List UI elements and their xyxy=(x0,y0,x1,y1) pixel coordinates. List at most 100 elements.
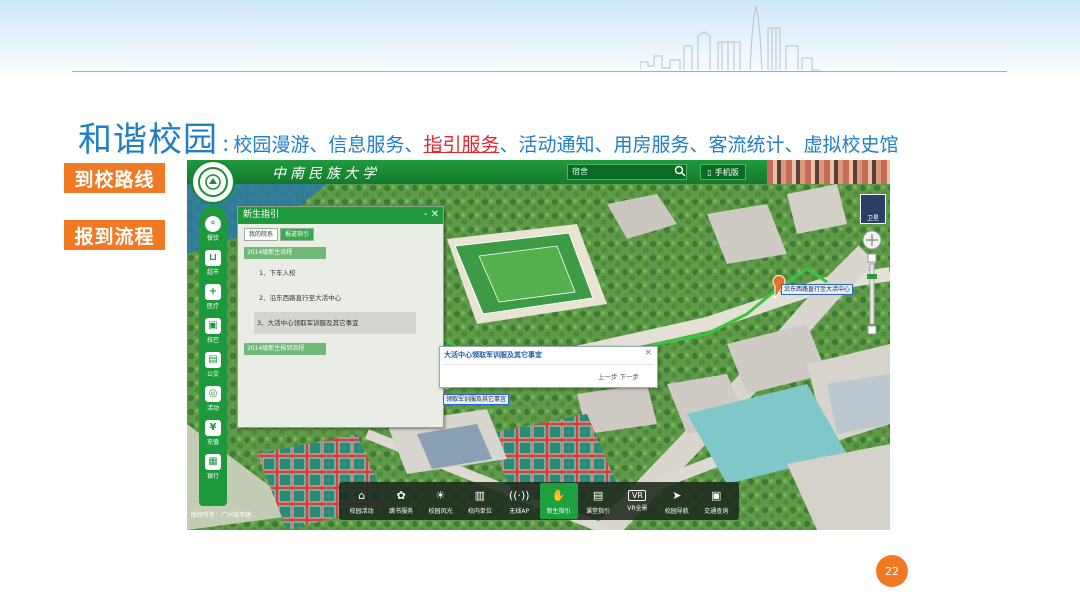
nav-activities[interactable]: ◎ 活动 xyxy=(200,382,226,416)
slide: 和谐校园 : 校园漫游、信息服务、指引服务、活动通知、用房服务、客流统计、虚拟校… xyxy=(0,0,1080,608)
toolbar-label: 无线AP xyxy=(509,507,530,515)
toolbar-traffic-query[interactable]: ▣ 交通查询 xyxy=(697,483,735,519)
nav-public-bus[interactable]: ▤ 公交 xyxy=(200,348,226,382)
zoom-control[interactable] xyxy=(862,230,882,350)
phone-icon: ▯ xyxy=(707,167,712,177)
toolbar-campus-scenery[interactable]: ☀ 校园风光 xyxy=(421,483,459,519)
title-items-highlight: 指引服务 xyxy=(423,134,500,156)
satellite-toggle[interactable]: 卫星 xyxy=(860,194,886,224)
title-items: 校园漫游、信息服务、指引服务、活动通知、用房服务、客流统计、虚拟校史馆 xyxy=(233,130,898,157)
activities-icon: ⌂ xyxy=(358,489,366,502)
yen-icon: ¥ xyxy=(205,420,221,436)
toolbar-campus-activities[interactable]: ⌂ 校园活动 xyxy=(343,483,381,519)
dining-icon: ⚬ xyxy=(205,216,221,232)
toolbar-label: 课堂指引 xyxy=(586,507,611,515)
title-separator: : xyxy=(222,132,230,157)
medical-icon: + xyxy=(205,284,221,300)
popup-step-nav[interactable]: 上一步 下一步 xyxy=(598,371,639,381)
toolbar-freshman-guide[interactable]: ✋ 新生指引 xyxy=(539,483,578,519)
ball-icon: ◎ xyxy=(205,386,221,402)
nav-public-bus-label: 公交 xyxy=(206,371,219,378)
nav-activities-label: 活动 xyxy=(206,405,219,412)
step-3[interactable]: 3、大活中心领取军训服及其它事宜 xyxy=(254,312,416,334)
nav-dining-label: 餐饮 xyxy=(206,235,219,242)
toolbar-label: VR全景 xyxy=(627,505,648,512)
route-to-school-button[interactable]: 到校路线 xyxy=(64,163,165,193)
slide-title: 和谐校园 : 校园漫游、信息服务、指引服务、活动通知、用房服务、客流统计、虚拟校… xyxy=(78,112,898,160)
search-icon[interactable] xyxy=(674,165,686,177)
nav-campus-bus-label: 校巴 xyxy=(206,337,219,344)
building-icon: ▥ xyxy=(474,489,486,502)
toolbar-label: 校内单位 xyxy=(467,507,492,515)
nav-campus-bus[interactable]: ▣ 校巴 xyxy=(200,314,226,348)
copyright-text: 版权所有：广州城市建... xyxy=(191,512,257,519)
step-1[interactable]: 1、下车入校 xyxy=(256,267,416,279)
toolbar-label: 校园导航 xyxy=(664,507,689,515)
panel-controls[interactable]: - ✕ xyxy=(424,209,439,220)
sun-icon: ☀ xyxy=(435,489,446,502)
wifi-icon: ((·)) xyxy=(508,489,530,502)
nav-medical-label: 医疗 xyxy=(206,303,219,310)
tab-registration-guide[interactable]: 报道指引 xyxy=(280,228,315,241)
toolbar-label: 交通查询 xyxy=(704,507,729,515)
vr-icon: VR xyxy=(628,490,647,501)
basket-icon: ⊔ xyxy=(205,250,221,266)
public-bus-icon: ▤ xyxy=(205,352,221,368)
nav-bank[interactable]: ▦ 银行 xyxy=(200,450,226,484)
nav-bank-label: 银行 xyxy=(206,473,219,480)
toolbar-class-guide[interactable]: ▤ 课堂指引 xyxy=(579,483,617,519)
bank-icon: ▦ xyxy=(205,454,221,470)
page-number: 22 xyxy=(876,555,908,587)
freshman-guide-panel: 新生指引 - ✕ 我的院系 报道指引 2014级新生流程 1、下车入校 2、沿东… xyxy=(237,206,444,428)
nav-medical[interactable]: + 医疗 xyxy=(200,280,226,314)
city-skyline-decoration xyxy=(640,6,820,71)
nav-dining[interactable]: ⚬ 餐饮 xyxy=(200,212,226,246)
popup-title: 大活中心领取军训服及其它事宜 xyxy=(444,351,542,359)
panel-title: 新生指引 xyxy=(238,207,443,224)
popup-divider xyxy=(444,364,653,365)
toolbar-book-service[interactable]: ✿ 跳书服务 xyxy=(382,483,420,519)
section-registration-process[interactable]: 2014级新生报到流程 xyxy=(244,343,326,355)
bus-icon: ▣ xyxy=(205,318,221,334)
step-2[interactable]: 2、沿东西路直行至大活中心 xyxy=(256,292,416,304)
handshake-icon: ✋ xyxy=(551,489,566,502)
cursor-icon: ➤ xyxy=(672,489,682,502)
close-icon[interactable]: × xyxy=(644,348,652,358)
section-freshman-process[interactable]: 2014级新生流程 xyxy=(244,247,326,259)
search-input[interactable]: 宿舍 xyxy=(567,164,687,180)
map-label-destination: 领取军训服及其它事宜 xyxy=(443,394,510,405)
satellite-label: 卫星 xyxy=(866,215,879,222)
toolbar-label: 新生指引 xyxy=(546,507,571,515)
left-nav: ⚬ 餐饮 ⊔ 超市 + 医疗 ▣ 校巴 ▤ 公交 ◎ 活动 ¥ 充值 ▦ 银行 xyxy=(199,206,227,506)
flower-icon: ✿ xyxy=(396,489,406,502)
title-items-before: 校园漫游、信息服务、 xyxy=(233,134,424,156)
mobile-version-button[interactable]: ▯ 手机版 xyxy=(700,164,746,180)
nav-supermarket-label: 超市 xyxy=(206,269,219,276)
toolbar-vr-panorama[interactable]: VR VR全景 xyxy=(618,483,656,519)
nav-recharge-label: 充值 xyxy=(206,439,219,446)
nav-supermarket[interactable]: ⊔ 超市 xyxy=(200,246,226,280)
campus-map-screenshot: 中南民族大学 宿舍 ▯ 手机版 ⚬ 餐饮 ⊔ 超市 + 医疗 ▣ 校巴 ▤ 公交 ◎ 活动 ¥… xyxy=(187,160,890,530)
panel-tabs: 我的院系 报道指引 xyxy=(244,228,316,241)
emblem-icon xyxy=(205,174,221,190)
toolbar-campus-navigation[interactable]: ➤ 校园导航 xyxy=(658,483,696,519)
book-search-icon: ▤ xyxy=(592,489,604,502)
toolbar-label: 跳书服务 xyxy=(389,507,414,515)
train-icon: ▣ xyxy=(711,489,722,502)
title-main: 和谐校园 xyxy=(78,120,218,160)
university-name: 中南民族大学 xyxy=(272,166,380,182)
map-label-route: 沿东西路直行至大活中心 xyxy=(781,284,854,295)
tab-my-department[interactable]: 我的院系 xyxy=(244,228,279,241)
nav-recharge[interactable]: ¥ 充值 xyxy=(200,416,226,450)
banner-photo xyxy=(767,160,890,184)
step-popup: 大活中心领取军训服及其它事宜 × 上一步 下一步 xyxy=(439,346,658,388)
toolbar-wireless-ap[interactable]: ((·)) 无线AP xyxy=(500,483,538,519)
bottom-toolbar: ⌂ 校园活动 ✿ 跳书服务 ☀ 校园风光 ▥ 校内单位 ((·)) 无线AP ✋ 新生指引 … xyxy=(339,482,739,520)
mobile-version-label: 手机版 xyxy=(714,167,739,177)
registration-process-button[interactable]: 报到流程 xyxy=(64,220,165,250)
toolbar-campus-units[interactable]: ▥ 校内单位 xyxy=(461,483,499,519)
title-items-after: 、活动通知、用房服务、客流统计、虚拟校史馆 xyxy=(499,134,899,156)
app-top-bar: 中南民族大学 宿舍 ▯ 手机版 xyxy=(187,160,890,184)
toolbar-label: 校园风光 xyxy=(428,507,453,515)
university-logo xyxy=(191,160,235,204)
